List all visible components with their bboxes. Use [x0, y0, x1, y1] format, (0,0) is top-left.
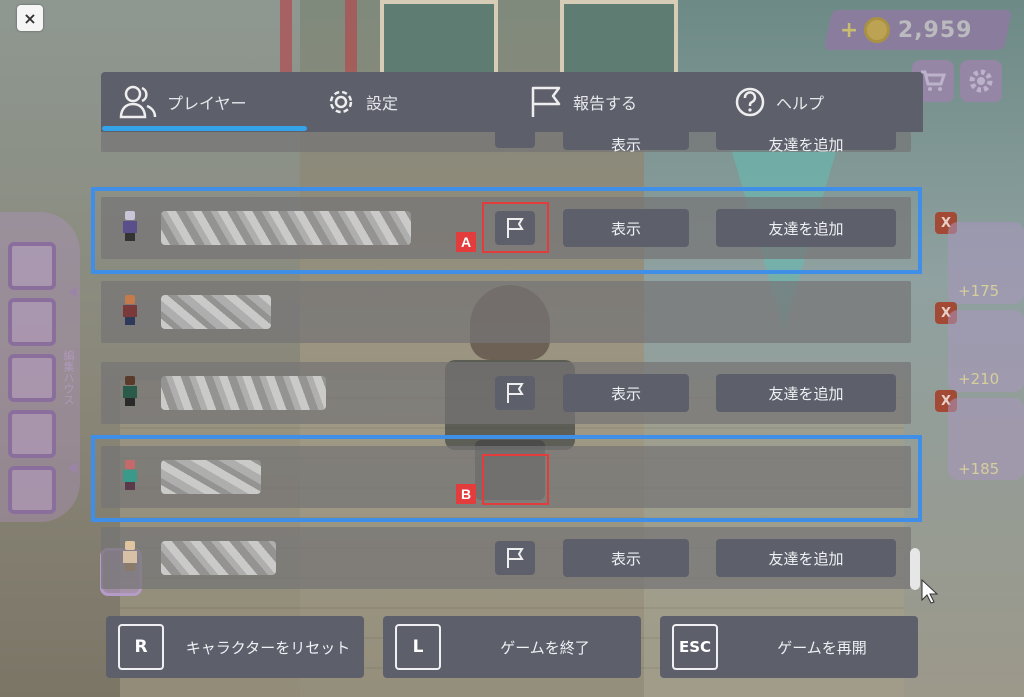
- view-button[interactable]: 表示: [563, 132, 689, 152]
- tab-report[interactable]: 報告する: [529, 72, 637, 132]
- annotation-box-a: [482, 202, 549, 253]
- menu-tab-bar: プレイヤー 設定 報告する ヘルプ: [101, 72, 923, 132]
- player-name-redacted: [161, 541, 276, 575]
- inventory-price: +210: [958, 370, 1000, 388]
- tab-help-label: ヘルプ: [776, 94, 825, 113]
- player-name-redacted: [161, 376, 326, 410]
- report-player-button[interactable]: [495, 541, 535, 575]
- currency-amount: 2,959: [898, 17, 974, 43]
- flag-icon: [507, 383, 524, 403]
- player-row: 表示 友達を追加: [101, 527, 911, 589]
- report-player-button[interactable]: [495, 132, 535, 148]
- close-button[interactable]: ×: [17, 5, 43, 31]
- add-friend-button[interactable]: 友達を追加: [716, 539, 896, 577]
- player-row: 表示 友達を追加: [101, 132, 911, 152]
- gear-icon[interactable]: [960, 60, 1002, 102]
- view-button[interactable]: 表示: [563, 539, 689, 577]
- reset-character-label: キャラクターをリセット: [185, 638, 351, 657]
- avatar: [123, 295, 137, 327]
- avatar: [123, 376, 137, 408]
- leave-game-button[interactable]: L ゲームを終了: [383, 616, 641, 678]
- tab-players-label: プレイヤー: [167, 94, 247, 113]
- inventory-price: +185: [958, 460, 1000, 478]
- currency-display: + 2,959: [823, 10, 1013, 50]
- annotation-label-a: A: [456, 232, 476, 252]
- flag-icon: [507, 548, 524, 568]
- frame-icon[interactable]: [8, 298, 56, 346]
- download-icon[interactable]: [8, 354, 56, 402]
- add-friend-button[interactable]: 友達を追加: [716, 132, 896, 152]
- annotation-label-b: B: [456, 484, 476, 504]
- key-r: R: [118, 624, 164, 670]
- hammer-wrench-icon[interactable]: [8, 242, 56, 290]
- help-icon: [735, 87, 765, 117]
- gear-icon: [329, 90, 353, 114]
- annotation-box-b: [482, 454, 549, 505]
- triangle-left-icon: [68, 462, 77, 474]
- resume-game-button[interactable]: ESC ゲームを再開: [660, 616, 918, 678]
- player-row: 表示 友達を追加: [101, 362, 911, 424]
- tab-players[interactable]: プレイヤー: [119, 72, 247, 132]
- view-button[interactable]: 表示: [563, 374, 689, 412]
- flag-icon: [531, 86, 561, 117]
- inventory-price: +175: [958, 282, 1000, 300]
- leave-game-label: ゲームを終了: [500, 638, 590, 657]
- gear-icon[interactable]: [8, 466, 56, 514]
- active-tab-indicator: [102, 126, 307, 131]
- mouse-cursor-icon: [921, 578, 939, 604]
- currency-plus[interactable]: +: [840, 18, 858, 43]
- add-friend-button[interactable]: 友達を追加: [716, 374, 896, 412]
- players-icon: [119, 85, 157, 119]
- triangle-left-icon: [68, 286, 77, 298]
- key-esc: ESC: [672, 624, 718, 670]
- paint-roller-icon[interactable]: [8, 410, 56, 458]
- avatar: [123, 541, 137, 573]
- player-name-redacted: [161, 295, 271, 329]
- gear-coin-icon: [864, 17, 891, 43]
- player-row: [101, 281, 911, 343]
- tab-settings[interactable]: 設定: [326, 72, 398, 132]
- key-l: L: [395, 624, 441, 670]
- resume-game-label: ゲームを再開: [777, 638, 867, 657]
- close-icon: ×: [23, 8, 37, 28]
- tab-settings-label: 設定: [366, 94, 399, 113]
- tab-report-label: 報告する: [573, 94, 638, 113]
- reset-character-button[interactable]: R キャラクターをリセット: [106, 616, 364, 678]
- scrollbar[interactable]: [910, 548, 920, 590]
- edit-house-label: 編集ハウス: [62, 350, 75, 405]
- tab-help[interactable]: ヘルプ: [734, 72, 824, 132]
- report-player-button[interactable]: [495, 376, 535, 410]
